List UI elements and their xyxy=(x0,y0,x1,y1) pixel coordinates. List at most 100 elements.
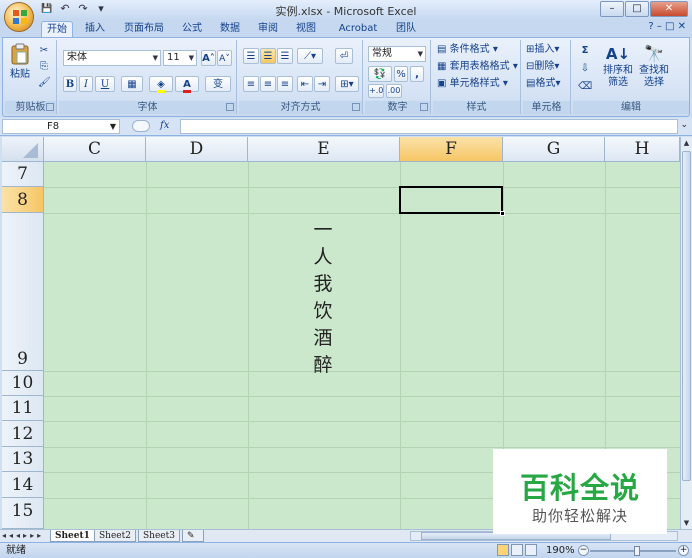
merge-center-button[interactable]: ⊞▾ xyxy=(335,76,359,92)
row-header-selected[interactable]: 8 xyxy=(2,187,44,213)
tab-view[interactable]: 视图 xyxy=(292,21,320,38)
dialog-launcher-icon[interactable] xyxy=(46,103,54,111)
insert-cells-button[interactable]: ⊞插入▾ xyxy=(526,43,559,57)
close-button[interactable]: ✕ xyxy=(650,1,688,17)
align-middle-button[interactable]: ☰ xyxy=(260,48,276,64)
find-select-button[interactable]: 🔭 查找和 选择 xyxy=(637,42,671,96)
row-header[interactable]: 14 xyxy=(2,472,44,498)
sheet-tab-sheet2[interactable]: Sheet2 xyxy=(94,530,136,542)
tab-formulas[interactable]: 公式 xyxy=(178,21,206,38)
copy-icon[interactable]: ⎘ xyxy=(37,58,51,72)
sheet-tab-sheet3[interactable]: Sheet3 xyxy=(138,530,180,542)
number-format-combo[interactable]: 常规 ▼ xyxy=(368,46,426,62)
bold-button[interactable]: B xyxy=(63,76,77,92)
formula-input[interactable] xyxy=(180,119,678,134)
grow-font-button[interactable]: A˄ xyxy=(201,50,216,66)
insert-function-icon[interactable]: fx xyxy=(160,119,169,133)
tab-home[interactable]: 开始 xyxy=(41,21,73,38)
scroll-up-icon[interactable]: ▲ xyxy=(681,137,692,149)
tab-team[interactable]: 团队 xyxy=(392,21,420,38)
row-header[interactable]: 12 xyxy=(2,421,44,447)
insert-sheet-icon[interactable]: ✎ xyxy=(182,530,204,542)
decrease-indent-button[interactable]: ⇤ xyxy=(297,76,313,92)
scroll-down-icon[interactable]: ▼ xyxy=(681,517,692,529)
tab-page-layout[interactable]: 页面布局 xyxy=(120,21,168,38)
zoom-in-icon[interactable]: + xyxy=(678,545,689,556)
tab-data[interactable]: 数据 xyxy=(216,21,244,38)
row-header[interactable]: 9 xyxy=(2,213,44,371)
sort-filter-button[interactable]: A↓ 排序和 筛选 xyxy=(601,42,635,96)
orientation-button[interactable]: ⟋▾ xyxy=(297,48,323,64)
tab-insert[interactable]: 插入 xyxy=(80,21,110,38)
shrink-font-button[interactable]: A˅ xyxy=(217,50,232,66)
tab-acrobat[interactable]: Acrobat xyxy=(334,21,382,38)
zoom-knob[interactable] xyxy=(634,546,640,556)
row-header[interactable]: 11 xyxy=(2,396,44,421)
font-name-combo[interactable]: 宋体 ▼ xyxy=(63,50,161,66)
dialog-launcher-icon[interactable] xyxy=(226,103,234,111)
column-header[interactable]: E xyxy=(248,137,400,162)
active-cell-selection[interactable] xyxy=(399,186,505,216)
normal-view-icon[interactable] xyxy=(497,544,509,556)
cell-styles-button[interactable]: ▣ 单元格样式 ▾ xyxy=(437,77,508,91)
fill-color-button[interactable]: ◈ xyxy=(149,76,173,93)
cell-e9-vertical-text[interactable]: 一 人 我 饮 酒 醉 xyxy=(308,217,338,379)
percent-button[interactable]: % xyxy=(394,66,408,82)
fill-handle[interactable] xyxy=(500,211,505,216)
row-header[interactable]: 7 xyxy=(2,162,44,187)
vertical-scroll-thumb[interactable] xyxy=(682,151,691,481)
paste-button[interactable]: 粘贴 xyxy=(7,42,33,88)
underline-button[interactable]: U xyxy=(95,76,115,92)
row-header[interactable]: 10 xyxy=(2,371,44,396)
format-cells-button[interactable]: ▤格式▾ xyxy=(526,77,560,91)
zoom-level[interactable]: 190% xyxy=(546,544,575,558)
row-header[interactable]: 15 xyxy=(2,498,44,529)
dialog-launcher-icon[interactable] xyxy=(420,103,428,111)
page-layout-view-icon[interactable] xyxy=(511,544,523,556)
borders-button[interactable]: ▦ xyxy=(121,76,143,92)
minimize-button[interactable]: – xyxy=(600,1,624,17)
column-header-selected[interactable]: F xyxy=(400,137,503,162)
delete-cells-button[interactable]: ⊟删除▾ xyxy=(526,60,559,74)
column-header[interactable]: G xyxy=(503,137,605,162)
fill-button[interactable]: ⇩ xyxy=(577,60,593,76)
sheet-tab-sheet1[interactable]: Sheet1 xyxy=(50,530,95,542)
wrap-text-button[interactable]: ⏎ xyxy=(335,48,353,64)
name-box[interactable]: F8 ▼ xyxy=(2,119,120,134)
increase-decimal-button[interactable]: +.0 xyxy=(368,84,384,98)
zoom-out-icon[interactable]: − xyxy=(578,545,589,556)
align-top-button[interactable]: ☰ xyxy=(243,48,259,64)
expand-formula-bar-icon[interactable]: ⌄ xyxy=(680,120,688,130)
autosum-button[interactable]: Σ xyxy=(577,42,593,58)
format-as-table-button[interactable]: ▦ 套用表格格式 ▾ xyxy=(437,60,518,74)
phonetic-button[interactable]: 变 xyxy=(205,76,231,92)
clear-button[interactable]: ⌫ xyxy=(577,78,593,94)
italic-button[interactable]: I xyxy=(79,76,93,92)
format-painter-icon[interactable]: 🖌 xyxy=(37,74,51,88)
vertical-scrollbar[interactable]: ▲ ▼ xyxy=(680,137,692,529)
office-button[interactable] xyxy=(4,2,34,32)
conditional-formatting-button[interactable]: ▤ 条件格式 ▾ xyxy=(437,43,498,57)
zoom-slider[interactable]: − + xyxy=(578,544,690,558)
select-all-corner[interactable] xyxy=(2,137,44,162)
column-header[interactable]: H xyxy=(605,137,680,162)
currency-button[interactable]: 💱 xyxy=(368,66,392,82)
page-break-view-icon[interactable] xyxy=(525,544,537,556)
increase-indent-button[interactable]: ⇥ xyxy=(314,76,330,92)
cut-icon[interactable]: ✂ xyxy=(37,42,51,56)
align-left-button[interactable]: ≡ xyxy=(243,76,259,92)
sheet-nav-buttons[interactable]: ◂◂◂▸▸▸ xyxy=(2,530,44,542)
dialog-launcher-icon[interactable] xyxy=(352,103,360,111)
align-bottom-button[interactable]: ☰ xyxy=(277,48,293,64)
font-color-button[interactable]: A xyxy=(175,76,199,93)
align-right-button[interactable]: ≡ xyxy=(277,76,293,92)
row-header[interactable]: 13 xyxy=(2,447,44,472)
tab-review[interactable]: 审阅 xyxy=(254,21,282,38)
font-size-combo[interactable]: 11 ▼ xyxy=(163,50,197,66)
maximize-button[interactable]: □ xyxy=(625,1,649,17)
column-header[interactable]: C xyxy=(44,137,146,162)
align-center-button[interactable]: ≡ xyxy=(260,76,276,92)
ribbon-help-controls[interactable]: ? – □ ✕ xyxy=(648,21,686,32)
decrease-decimal-button[interactable]: .00 xyxy=(386,84,402,98)
comma-button[interactable]: , xyxy=(410,66,424,82)
